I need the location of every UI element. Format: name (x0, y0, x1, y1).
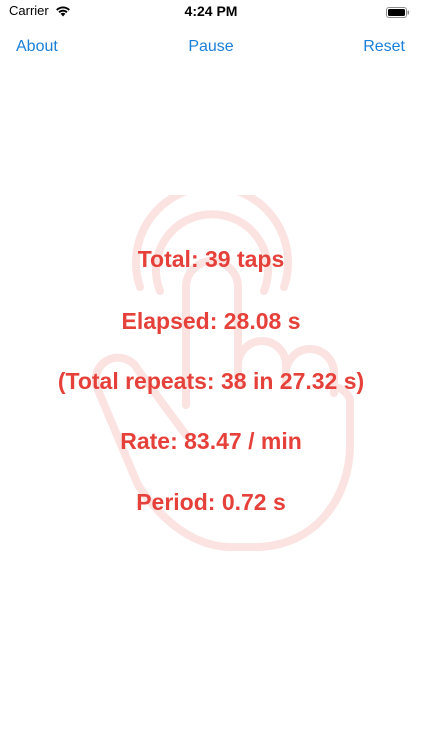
status-bar: Carrier 4:24 PM (0, 0, 422, 24)
status-time: 4:24 PM (184, 3, 238, 19)
rate-label: Rate: 83.47 / min (120, 428, 302, 454)
reset-button[interactable]: Reset (363, 38, 405, 56)
total-repeats-label: (Total repeats: 38 in 27.32 s) (57, 368, 365, 394)
pause-button[interactable]: Pause (0, 38, 422, 56)
nav-bar: About Pause Reset (0, 34, 422, 62)
period-label: Period: 0.72 s (136, 489, 286, 515)
elapsed-label: Elapsed: 28.08 s (121, 308, 301, 334)
total-taps-label: Total: 39 taps (137, 246, 285, 272)
battery-icon (386, 5, 410, 18)
